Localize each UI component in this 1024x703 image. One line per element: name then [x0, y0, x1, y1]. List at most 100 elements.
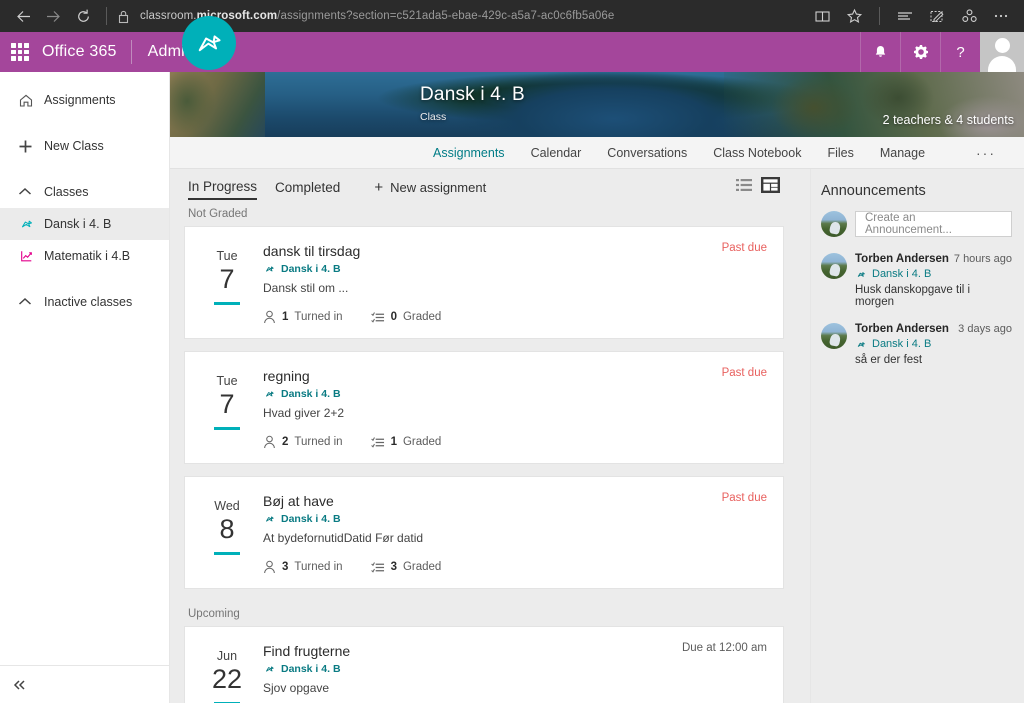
meta-turned-in: 1 Turned in	[263, 310, 343, 324]
office365-brand[interactable]: Office 365	[40, 43, 131, 61]
card-day-of-week: Tue	[216, 249, 238, 263]
star-icon[interactable]	[839, 3, 869, 29]
tab-in-progress[interactable]: In Progress	[188, 179, 258, 200]
announcement-timestamp: 7 hours ago	[953, 253, 1012, 265]
plus-icon	[18, 139, 44, 154]
sidebar-gap-3	[0, 272, 169, 286]
web-note-icon[interactable]	[922, 3, 952, 29]
class-bird-icon	[857, 271, 865, 277]
tab-completed[interactable]: Completed	[275, 180, 340, 199]
announcements-heading: Announcements	[821, 183, 926, 199]
chrome-divider-2	[879, 7, 880, 25]
assignment-card[interactable]: Tue 7 regning Dansk i 4. B Hvad giver 2+…	[184, 351, 784, 464]
assignment-description: Dansk stil om ...	[263, 281, 349, 295]
sidebar-section-classes[interactable]: Classes	[0, 176, 169, 208]
ellipsis-icon[interactable]: ···	[976, 145, 996, 161]
announcement-body: Torben Andersen 3 days ago Dansk i 4. B …	[855, 323, 1012, 366]
class-bird-icon	[18, 216, 44, 232]
card-main: regning Dansk i 4. B Hvad giver 2+2 2 Tu…	[263, 366, 767, 449]
browser-actions	[807, 3, 1016, 29]
assignment-card[interactable]: Tue 7 dansk til tirsdag Dansk i 4. B Dan…	[184, 226, 784, 339]
assignments-toolbar: In Progress Completed + New assignment	[184, 169, 810, 201]
url-path: /assignments?section=c521ada5-ebae-429c-…	[277, 10, 615, 22]
assignment-meta: 1 Turned in 0 Graded	[263, 310, 767, 324]
reading-view-icon[interactable]	[807, 3, 837, 29]
assignment-title[interactable]: Bøj at have	[263, 493, 767, 509]
class-title-block: Dansk i 4. B Class	[420, 84, 525, 123]
card-date-underline	[214, 427, 240, 431]
announcement-composer[interactable]: Create an Announcement...	[821, 211, 1012, 237]
sidebar-item-matematik[interactable]: Matematik i 4.B	[0, 240, 169, 272]
upcoming-cards: Jun 22 Find frugterne Dansk i 4. B Sjov …	[184, 626, 810, 703]
user-avatar[interactable]	[980, 32, 1024, 72]
assignment-meta: 3 Turned in 3 Graded	[263, 560, 767, 574]
tab-class-notebook[interactable]: Class Notebook	[700, 137, 814, 169]
left-sidebar: Assignments New Class Classes Dansk i 4.…	[0, 72, 170, 703]
announcement-author: Torben Andersen	[855, 253, 949, 265]
more-icon[interactable]	[986, 3, 1016, 29]
sidebar-item-new-class[interactable]: New Class	[0, 130, 169, 162]
assignment-card[interactable]: Jun 22 Find frugterne Dansk i 4. B Sjov …	[184, 626, 784, 703]
question-mark-icon[interactable]: ?	[940, 32, 980, 72]
announcement-item[interactable]: Torben Andersen 3 days ago Dansk i 4. B …	[821, 323, 1012, 366]
assignment-title[interactable]: dansk til tirsdag	[263, 243, 767, 259]
sidebar-item-assignments[interactable]: Assignments	[0, 84, 169, 116]
sidebar-item-dansk[interactable]: Dansk i 4. B	[0, 208, 169, 240]
assignment-title[interactable]: regning	[263, 368, 767, 384]
class-avatar[interactable]	[182, 16, 236, 70]
card-day-number: 8	[219, 514, 235, 544]
avatar	[821, 211, 847, 237]
collapse-chevrons-icon	[13, 679, 25, 690]
card-day-number: 7	[219, 389, 235, 419]
refresh-icon[interactable]	[68, 3, 98, 29]
assignment-class: Dansk i 4. B	[263, 513, 767, 525]
card-day-number: 7	[219, 264, 235, 294]
list-view-icon[interactable]	[736, 178, 752, 197]
class-banner-image	[170, 72, 1024, 137]
page-title: Dansk i 4. B	[420, 84, 525, 105]
status-badge: Past due	[721, 492, 767, 504]
gear-icon[interactable]	[900, 32, 940, 72]
sidebar-label-assignments: Assignments	[44, 93, 116, 107]
class-bird-icon	[266, 666, 274, 672]
meta-graded-label: Graded	[402, 436, 442, 448]
tab-files[interactable]: Files	[814, 137, 866, 169]
app-launcher-icon[interactable]	[0, 32, 40, 72]
sidebar-collapse-button[interactable]	[0, 665, 169, 703]
lock-icon	[117, 9, 130, 24]
tab-conversations[interactable]: Conversations	[594, 137, 700, 169]
card-main: dansk til tirsdag Dansk i 4. B Dansk sti…	[263, 241, 767, 324]
announcement-item[interactable]: Torben Andersen 7 hours ago Dansk i 4. B…	[821, 253, 1012, 308]
announcement-class: Dansk i 4. B	[855, 268, 1012, 280]
graded-list-icon	[370, 436, 384, 448]
new-assignment-label: New assignment	[390, 179, 487, 195]
url-host-prefix: classroom.	[140, 10, 197, 22]
assignment-card[interactable]: Wed 8 Bøj at have Dansk i 4. B At bydefo…	[184, 476, 784, 589]
assignment-description: Sjov opgave	[263, 681, 330, 695]
hub-icon[interactable]	[890, 3, 920, 29]
address-bar[interactable]: classroom.microsoft.com/assignments?sect…	[140, 10, 807, 22]
tab-assignments[interactable]: Assignments	[420, 137, 518, 169]
class-nav-tabs: Assignments Calendar Conversations Class…	[170, 137, 1024, 169]
chrome-divider	[106, 7, 107, 25]
plus-icon: +	[374, 178, 384, 196]
sidebar-section-inactive-classes[interactable]: Inactive classes	[0, 286, 169, 318]
back-arrow-icon[interactable]	[8, 3, 38, 29]
new-assignment-button[interactable]: + New assignment	[374, 180, 486, 199]
share-icon[interactable]	[954, 3, 984, 29]
announcement-class-label: Dansk i 4. B	[872, 338, 932, 350]
announcements-panel: Announcements Create an Announcement... …	[810, 169, 1024, 703]
sidebar-gap-2	[0, 162, 169, 176]
browser-toolbar: classroom.microsoft.com/assignments?sect…	[0, 0, 1024, 32]
tab-calendar[interactable]: Calendar	[518, 137, 595, 169]
bell-icon[interactable]	[860, 32, 900, 72]
person-icon	[264, 435, 275, 449]
assignment-class-label: Dansk i 4. B	[281, 513, 341, 525]
class-subtitle: Class	[420, 111, 447, 123]
forward-arrow-icon[interactable]	[38, 3, 68, 29]
sidebar-label-dansk: Dansk i 4. B	[44, 217, 112, 231]
tab-manage[interactable]: Manage	[867, 137, 938, 169]
status-badge: Past due	[721, 367, 767, 379]
create-announcement-input[interactable]: Create an Announcement...	[855, 211, 1012, 237]
grid-view-icon[interactable]	[761, 177, 780, 198]
